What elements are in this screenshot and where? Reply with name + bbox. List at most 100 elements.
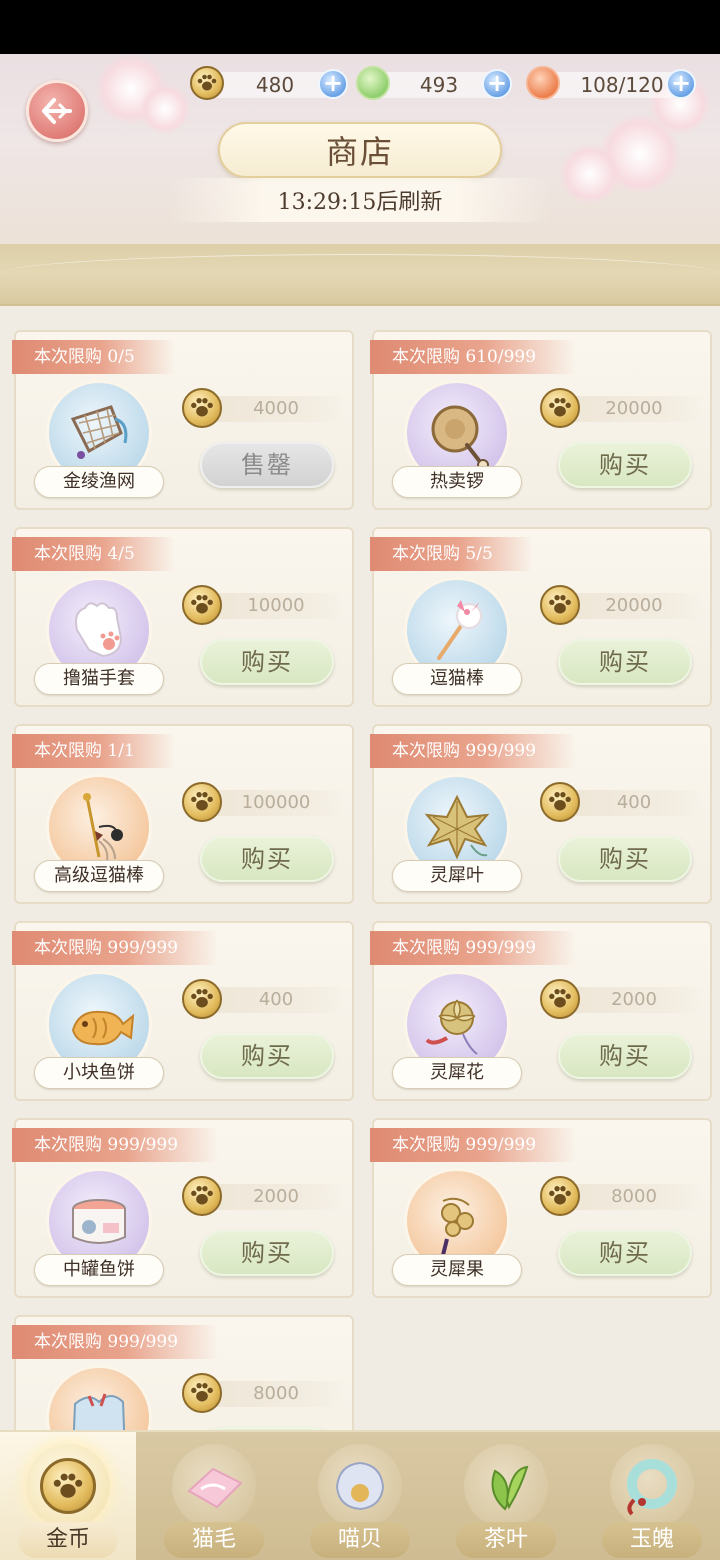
buy-button[interactable]: 购买 xyxy=(558,1230,692,1276)
buy-button[interactable]: 购买 xyxy=(200,1230,334,1276)
price-value: 400 xyxy=(258,989,294,1010)
item-name: 高级逗猫棒 xyxy=(34,860,164,892)
purchase-limit-tag: 本次限购 999/999 xyxy=(370,734,577,768)
buy-button[interactable]: 购买 xyxy=(200,1033,334,1079)
item-name: 逗猫棒 xyxy=(392,663,522,695)
item-price: 2000 xyxy=(540,979,702,1019)
item-price: 20000 xyxy=(540,585,702,625)
paw-coin-icon xyxy=(540,1176,580,1216)
item-price: 100000 xyxy=(182,782,344,822)
item-name: 灵犀叶 xyxy=(392,860,522,892)
tab-label: 玉魄 xyxy=(602,1522,702,1558)
paw-coin-icon xyxy=(182,1176,222,1216)
shop-item-card: 本次限购 999/999 灵犀叶 400 购买 xyxy=(370,724,712,904)
cat-wand-icon xyxy=(417,590,497,670)
shop-item-card: 本次限购 999/999 灵犀花 2000 购买 xyxy=(370,921,712,1101)
shop-item-card: 本次限购 999/999 中罐鱼饼 2000 购买 xyxy=(12,1118,354,1298)
paw-coin-icon xyxy=(182,782,222,822)
bird-token-icon xyxy=(356,66,390,100)
purchase-limit-tag: 本次限购 0/5 xyxy=(12,340,175,374)
buy-button[interactable]: 购买 xyxy=(200,836,334,882)
currency-stamina: 108/120 + xyxy=(526,66,698,100)
leaf-charm-icon xyxy=(417,787,497,867)
tab-shell[interactable]: 喵贝 xyxy=(292,1432,428,1560)
fruit-charm-icon xyxy=(417,1181,497,1261)
item-price: 400 xyxy=(182,979,344,1019)
price-value: 8000 xyxy=(611,1186,657,1207)
currency-value: 108/120 xyxy=(580,73,664,97)
tab-label: 茶叶 xyxy=(456,1522,556,1558)
item-price: 4000 xyxy=(182,388,344,428)
refresh-timer: 13:29:15后刷新 xyxy=(170,178,550,222)
currency-value: 493 xyxy=(419,73,459,97)
buy-button[interactable]: 购买 xyxy=(200,639,334,685)
currency-tab-bar: 金币 猫毛 喵贝 茶叶 玉魄 xyxy=(0,1430,720,1560)
price-value: 2000 xyxy=(611,989,657,1010)
paw-coin-icon xyxy=(182,1373,222,1413)
item-name: 热卖锣 xyxy=(392,466,522,498)
paw-coin-icon xyxy=(540,585,580,625)
item-name: 灵犀果 xyxy=(392,1254,522,1286)
tab-icon-frame xyxy=(26,1444,110,1528)
shop-header: 480 + 493 + 108/120 + 商店 13:29:15后刷新 xyxy=(0,54,720,244)
price-value: 20000 xyxy=(605,398,663,419)
tab-icon-frame xyxy=(610,1444,694,1528)
buy-button[interactable]: 购买 xyxy=(558,1033,692,1079)
tab-cat-fur[interactable]: 猫毛 xyxy=(146,1432,282,1560)
purchase-limit-tag: 本次限购 1/1 xyxy=(12,734,175,768)
tab-icon-frame xyxy=(318,1444,402,1528)
shop-item-card: 本次限购 999/999 小块鱼饼 400 购买 xyxy=(12,921,354,1101)
fishing-net-icon xyxy=(59,393,139,473)
fish-cake-icon xyxy=(59,984,139,1064)
price-value: 8000 xyxy=(253,1383,299,1404)
paw-coin-icon xyxy=(40,1458,96,1514)
buy-button[interactable]: 购买 xyxy=(558,836,692,882)
add-currency-button[interactable]: + xyxy=(318,69,348,99)
decorative-banner xyxy=(0,244,720,306)
blossom-decoration xyxy=(140,84,190,134)
shell-icon xyxy=(331,1457,389,1515)
purchase-limit-tag: 本次限购 5/5 xyxy=(370,537,533,571)
item-name: 中罐鱼饼 xyxy=(34,1254,164,1286)
item-image[interactable]: 六维鱼 xyxy=(46,1365,152,1430)
item-price: 2000 xyxy=(182,1176,344,1216)
add-currency-button[interactable]: + xyxy=(482,69,512,99)
purchase-limit-tag: 本次限购 610/999 xyxy=(370,340,577,374)
tab-paw-coin[interactable]: 金币 xyxy=(0,1432,136,1560)
tab-label: 金币 xyxy=(18,1522,118,1558)
paw-coin-icon xyxy=(540,388,580,428)
price-value: 4000 xyxy=(253,398,299,419)
add-currency-button[interactable]: + xyxy=(666,69,696,99)
item-name: 灵犀花 xyxy=(392,1057,522,1089)
buy-button[interactable]: 购买 xyxy=(558,442,692,488)
purchase-limit-tag: 本次限购 4/5 xyxy=(12,537,175,571)
currency-bird-token: 493 + xyxy=(356,66,526,100)
item-name: 小块鱼饼 xyxy=(34,1057,164,1089)
stamina-bun-icon xyxy=(526,66,560,100)
cat-fur-icon xyxy=(183,1461,245,1511)
tab-label: 喵贝 xyxy=(310,1522,410,1558)
buy-button[interactable]: 购买 xyxy=(558,639,692,685)
purchase-limit-tag: 本次限购 999/999 xyxy=(12,1325,219,1359)
price-value: 100000 xyxy=(241,792,311,813)
purchase-limit-tag: 本次限购 999/999 xyxy=(370,1128,577,1162)
item-price: 20000 xyxy=(540,388,702,428)
fish-bag-icon xyxy=(59,1378,139,1430)
back-arrow-icon xyxy=(42,98,72,124)
shop-item-grid: 本次限购 0/5 金绫渔网 4000 售罄 本次限购 610/999 热卖锣 2… xyxy=(0,306,720,1430)
shop-item-card: 本次限购 999/999 灵犀果 8000 购买 xyxy=(370,1118,712,1298)
back-button[interactable] xyxy=(26,80,88,142)
glove-icon xyxy=(59,590,139,670)
gong-icon xyxy=(417,393,497,473)
sold-out-button[interactable]: 售罄 xyxy=(200,442,334,488)
tab-jade-ring[interactable]: 玉魄 xyxy=(584,1432,720,1560)
shop-item-card: 本次限购 4/5 撸猫手套 10000 购买 xyxy=(12,527,354,707)
item-price: 400 xyxy=(540,782,702,822)
paw-coin-icon xyxy=(540,979,580,1019)
tab-tea-leaf[interactable]: 茶叶 xyxy=(438,1432,574,1560)
shop-item-card: 本次限购 999/999 六维鱼 8000 购买 xyxy=(12,1315,354,1430)
item-price: 8000 xyxy=(182,1373,344,1413)
item-price: 10000 xyxy=(182,585,344,625)
item-name: 撸猫手套 xyxy=(34,663,164,695)
price-value: 400 xyxy=(616,792,652,813)
